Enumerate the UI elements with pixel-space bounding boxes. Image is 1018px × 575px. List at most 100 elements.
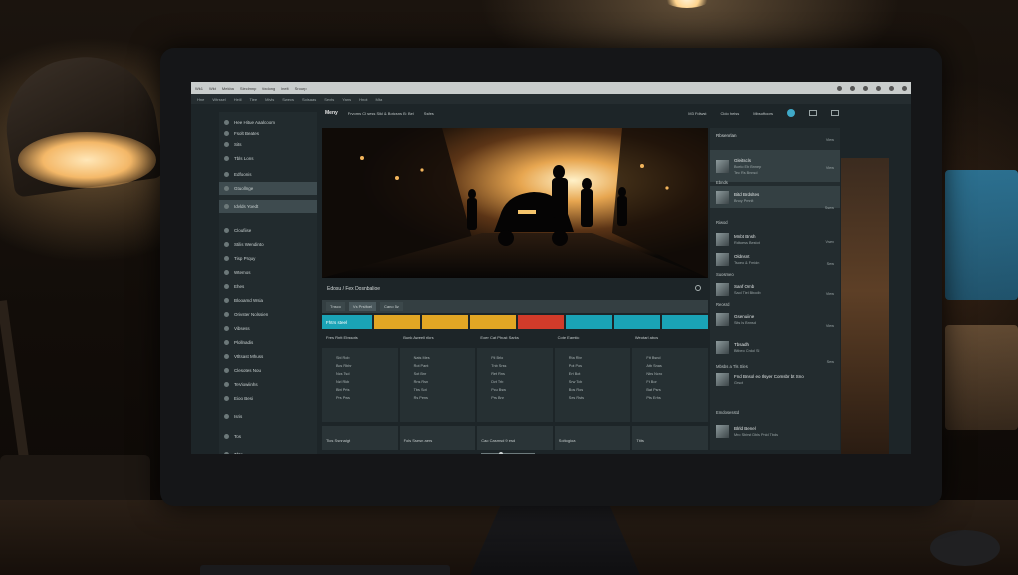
table-cell[interactable]: Rot Pant xyxy=(414,364,476,372)
wifi-icon[interactable] xyxy=(837,85,842,91)
menu-item[interactable]: Hnot xyxy=(359,97,367,102)
settings-icon[interactable] xyxy=(695,285,701,291)
table-cell[interactable]: Rta Rbr xyxy=(569,356,631,364)
sidebar-item[interactable]: Edfoonis xyxy=(219,168,317,181)
sidebar-item[interactable]: Stilis Wendinto xyxy=(219,238,317,251)
table-cell[interactable]: Bos Ros xyxy=(569,388,631,396)
view-link[interactable]: View xyxy=(826,138,834,142)
slider-handle[interactable] xyxy=(499,452,504,454)
footer-cell[interactable]: Soltogioa xyxy=(554,426,631,450)
timeline-clip[interactable] xyxy=(374,315,420,329)
table-cell[interactable]: Dvt Trb xyxy=(491,380,553,388)
sidebar-item[interactable]: Cloufiise xyxy=(219,224,317,237)
header-link[interactable]: Mbsoftoors xyxy=(753,111,773,116)
track-tab[interactable]: Tnsco xyxy=(326,302,345,311)
timeline-clip[interactable] xyxy=(566,315,612,329)
table-cell[interactable]: Sbl Rob xyxy=(336,356,398,364)
sidebar-item[interactable]: Ehes xyxy=(219,280,317,293)
table-cell[interactable]: Nbs Ncro xyxy=(646,372,708,380)
table-cell[interactable]: Ert Bot xyxy=(569,372,631,380)
project-tag[interactable]: Ssfes xyxy=(424,111,434,116)
track-tab[interactable]: Cano 5z xyxy=(380,302,403,311)
column-header[interactable]: Cote Eamtic xyxy=(554,335,631,347)
column-header[interactable]: Fres Rntt Ebssots xyxy=(322,335,399,347)
table-cell[interactable]: Pot Pos xyxy=(569,364,631,372)
sidebar-item[interactable]: TeViowiinhs xyxy=(219,378,317,391)
sidebar-item[interactable]: Idvlds Yoedt xyxy=(219,200,317,213)
table-cell[interactable]: Ncs Tsd xyxy=(336,372,398,380)
menu-item[interactable]: Wtrssel xyxy=(212,97,225,102)
os-menu-item[interactable]: tixdong xyxy=(262,86,275,91)
sidebar-item[interactable]: Vibsess xyxy=(219,322,317,335)
footer-cell[interactable]: Tios Ssnnaigt xyxy=(322,426,398,450)
menu-item[interactable]: Tiee xyxy=(249,97,257,102)
table-cell[interactable]: Bbt Prts xyxy=(336,388,398,396)
track-tab[interactable]: Vs Prslfoel xyxy=(348,302,377,311)
timeline-color-track[interactable]: Fhtrs steel xyxy=(322,315,708,329)
column-header[interactable]: Bunk Aweell rikrs xyxy=(399,335,476,347)
list-item[interactable]: Blrld Benel Mro Sbirst Dbls Pnld Tbds xyxy=(710,420,840,442)
sidebar-item[interactable]: Clesotes Nou xyxy=(219,364,317,377)
view-link[interactable]: Ssew xyxy=(825,206,834,210)
view-link[interactable]: Sew xyxy=(827,360,834,364)
view-link[interactable]: Sew xyxy=(827,262,834,266)
view-link[interactable]: View xyxy=(826,324,834,328)
table-cell[interactable]: Sot Bnr xyxy=(414,372,476,380)
timeline-clip[interactable] xyxy=(614,315,660,329)
sidebar-item[interactable]: Eioo Besi xyxy=(219,392,317,405)
table-cell[interactable]: Ftl Brlo xyxy=(491,356,553,364)
menu-item[interactable]: Heiil xyxy=(234,97,242,102)
expand-icon[interactable] xyxy=(831,110,839,116)
list-item[interactable]: Mnbt Bnsh Rdtoess Bestot xyxy=(710,228,840,250)
table-cell[interactable]: Pts Erhs xyxy=(646,396,708,404)
os-menu-item[interactable]: Wkt xyxy=(209,86,216,91)
list-item[interactable]: Gleitscls Bcelo Eb Bnnep Tec Rs Bnnsd xyxy=(710,150,840,182)
table-cell[interactable]: Bat Psrs xyxy=(646,388,708,396)
table-cell[interactable]: Tnb Srss xyxy=(491,364,553,372)
os-menu-item[interactable]: Sleclmnp xyxy=(240,86,256,91)
app-logo[interactable]: Meny xyxy=(325,110,338,116)
column-header[interactable]: Eoer Cat Phust Sarks xyxy=(476,335,553,347)
sidebar-item[interactable]: Plollnadis xyxy=(219,336,317,349)
column-header[interactable]: Weotarl abcs xyxy=(631,335,708,347)
sidebar-item[interactable]: Tbts xyxy=(219,448,317,454)
sidebar-item[interactable]: Orivster Nolssien xyxy=(219,308,317,321)
volume-icon[interactable] xyxy=(850,85,855,91)
table-cell[interactable]: Ftt Bsnd xyxy=(646,356,708,364)
menu-item[interactable]: Hne xyxy=(197,97,204,102)
sidebar-item[interactable]: Tbls Lons xyxy=(219,152,317,165)
table-cell[interactable]: Rns Rsn xyxy=(414,380,476,388)
table-cell[interactable]: Ret Rns xyxy=(491,372,553,380)
sidebar-item[interactable]: Blooamd Wsia xyxy=(219,294,317,307)
view-link[interactable]: View xyxy=(826,166,834,170)
table-cell[interactable]: Pcu Bsw xyxy=(491,388,553,396)
minimize-icon[interactable] xyxy=(876,85,881,91)
sidebar-item[interactable]: Sits xyxy=(219,138,317,151)
sidebar-item[interactable]: Tos xyxy=(219,430,317,443)
view-link[interactable]: Vsev xyxy=(826,240,834,244)
footer-cell[interactable]: Cao Casmsd 9 esd xyxy=(477,426,553,454)
table-cell[interactable]: Nzl Rkb xyxy=(336,380,398,388)
table-cell[interactable]: Ft Bor xyxy=(646,380,708,388)
timeline-clip[interactable] xyxy=(470,315,516,329)
table-cell[interactable]: Prs Pws xyxy=(336,396,398,404)
list-item[interactable]: Gsenuiine Sits ls Bnnsd xyxy=(710,308,840,330)
list-item[interactable]: Oldnsnt Tsoeo & Fmidn xyxy=(710,248,840,270)
timeline-clip[interactable]: Fhtrs steel xyxy=(322,315,372,329)
table-cell[interactable]: Ses Rsts xyxy=(569,396,631,404)
table-cell[interactable]: Prs Bnr xyxy=(491,396,553,404)
table-cell[interactable]: Atb Snas xyxy=(646,364,708,372)
menu-item[interactable]: Mta xyxy=(376,97,383,102)
table-cell[interactable]: Rs Pens xyxy=(414,396,476,404)
account-icon[interactable] xyxy=(787,109,795,117)
footer-cell[interactable]: Ttits xyxy=(632,426,708,450)
list-item[interactable]: Tbsadh Bitbeo Crdol Sl xyxy=(710,336,840,358)
footer-cell[interactable]: Fols Ssesn aers xyxy=(399,426,476,450)
sidebar-item[interactable]: Wtemos xyxy=(219,266,317,279)
menu-item[interactable]: Sexts xyxy=(324,97,334,102)
view-link[interactable]: View xyxy=(826,292,834,296)
os-menu-item[interactable]: Wk1 xyxy=(195,86,203,91)
os-menu-item[interactable]: Mekba xyxy=(222,86,234,91)
table-cell[interactable]: Tbs Sot xyxy=(414,388,476,396)
timeline-clip[interactable] xyxy=(422,315,468,329)
